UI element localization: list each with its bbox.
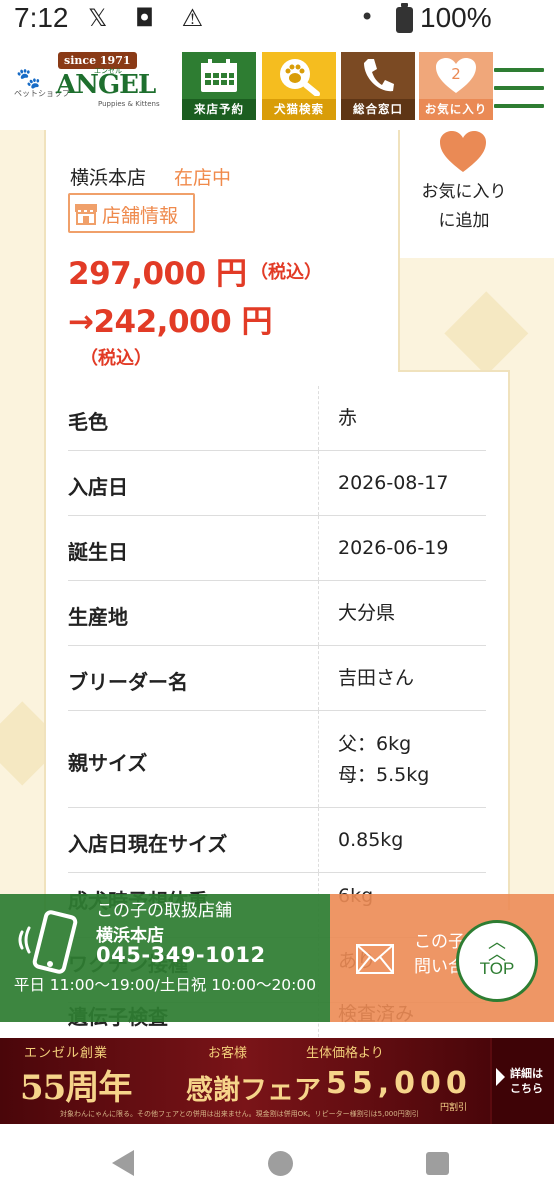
add-favorite-label: お気に入り に追加	[421, 182, 507, 231]
banner-detail-button[interactable]: 詳細は こちら	[492, 1038, 554, 1124]
notification-icons: 𝕏 ◘ ⚠	[88, 4, 214, 32]
banner-discount-label: 円割引	[440, 1103, 468, 1113]
anniversary-banner[interactable]: エンゼル創業 お客様 生体価格より 55周年 感謝フェア 55,000 円割引 …	[0, 1038, 554, 1124]
smartphone-icon	[18, 910, 78, 974]
spec-key: 入店日	[68, 475, 128, 499]
contact-title: この子の取扱店舗	[96, 901, 232, 921]
add-favorite-button[interactable]: お気に入り に追加	[400, 130, 554, 258]
spec-key: 入店日現在サイズ	[68, 832, 228, 856]
discounted-price-tax: （税込）	[80, 348, 152, 369]
discounted-price: →242,000 円	[68, 304, 272, 340]
paw-icon: ◆	[444, 260, 529, 388]
store-status: 在店中	[174, 167, 232, 189]
spec-key: ブリーダー名	[68, 670, 188, 694]
banner-anniversary: 55周年	[20, 1068, 132, 1108]
spec-value: 大分県	[338, 602, 396, 624]
store-info-label: 店舗情報	[102, 205, 179, 227]
battery-level: 100%	[420, 2, 492, 33]
store-name: 横浜本店	[70, 167, 147, 189]
mail-icon	[356, 944, 394, 974]
banner-amount: 55,000	[326, 1066, 472, 1101]
spec-value: 父：6kg 母：5.5kg	[338, 733, 430, 786]
nav-label: 総合窓口	[341, 99, 415, 120]
banner-top-left: エンゼル創業	[24, 1046, 109, 1061]
site-logo[interactable]: since 1971 🐾 ペットショップ エンゼル ANGEL Puppies …	[14, 52, 164, 112]
status-time: 7:12	[14, 2, 69, 33]
spec-value: 2026-06-19	[338, 537, 449, 559]
paw-search-icon	[262, 52, 336, 99]
arrow-right-icon	[496, 1068, 505, 1086]
logo-name: ANGEL	[56, 70, 156, 100]
table-row: 誕生日 2026-06-19	[68, 516, 486, 581]
banner-detail-label: 詳細は こちら	[510, 1067, 543, 1095]
spec-key: 毛色	[68, 410, 108, 434]
site-header: since 1971 🐾 ペットショップ エンゼル ANGEL Puppies …	[0, 38, 554, 130]
battery-icon	[396, 3, 413, 33]
nav-contact-center[interactable]: 総合窓口	[341, 52, 415, 120]
store-icon	[75, 204, 97, 225]
recents-icon[interactable]	[426, 1152, 449, 1175]
original-price-tax: （税込）	[250, 262, 322, 283]
banner-top-mid: お客様	[208, 1046, 248, 1061]
back-icon[interactable]	[112, 1150, 134, 1176]
table-row: 生産地 大分県	[68, 581, 486, 646]
logo-tagline: Puppies & Kittens	[98, 100, 160, 108]
scroll-top-button[interactable]: ︿ ︿ TOP	[456, 920, 538, 1002]
contact-phone[interactable]: 045-349-1012	[96, 943, 266, 967]
scroll-top-label: TOP	[479, 959, 515, 978]
spec-value: 赤	[338, 407, 358, 429]
favorites-count: 2	[451, 65, 461, 83]
contact-hours: 平日 11:00〜19:00/土日祝 10:00〜20:00	[13, 976, 317, 994]
spec-value: 2026-08-17	[338, 472, 449, 494]
table-row: ブリーダー名 吉田さん	[68, 646, 486, 711]
phone-icon	[341, 52, 415, 99]
card-border	[398, 370, 510, 372]
calendar-icon	[182, 52, 256, 99]
table-row: 毛色 赤	[68, 386, 486, 451]
nav-label: お気に入り	[419, 99, 493, 120]
nav-pet-search[interactable]: 犬猫検索	[262, 52, 336, 120]
status-bar: 7:12 𝕏 ◘ ⚠ • 100%	[0, 0, 554, 38]
chevron-up-icon: ︿ ︿	[488, 932, 506, 965]
banner-top-right: 生体価格より	[306, 1046, 384, 1061]
table-row: 入店日 2026-08-17	[68, 451, 486, 516]
nav-label: 犬猫検索	[262, 99, 336, 120]
nav-label: 来店予約	[182, 99, 256, 120]
hamburger-icon[interactable]	[494, 68, 544, 108]
table-row: 親サイズ 父：6kg 母：5.5kg	[68, 711, 486, 808]
nav-favorites[interactable]: 2 お気に入り	[419, 52, 493, 120]
nav-visit-reservation[interactable]: 来店予約	[182, 52, 256, 120]
system-nav-bar	[0, 1124, 554, 1200]
home-icon[interactable]	[268, 1151, 293, 1176]
spec-value: 吉田さん	[338, 667, 415, 689]
paw-icon: 🐾	[16, 66, 41, 90]
spec-key: 親サイズ	[68, 751, 148, 775]
spec-key: 生産地	[68, 605, 128, 629]
spec-key: 誕生日	[68, 540, 128, 564]
banner-note: 対象わんにゃんに限る。その他フェアとの併用は出来ません。現金割は併用OK。リピー…	[60, 1110, 419, 1118]
banner-fair: 感謝フェア	[186, 1075, 321, 1106]
store-info-button[interactable]: 店舗情報	[68, 193, 195, 233]
original-price: 297,000 円	[68, 256, 247, 292]
status-dot: •	[360, 3, 375, 31]
store-phone-bar[interactable]: この子の取扱店舗 横浜本店 045-349-1012 平日 11:00〜19:0…	[0, 894, 330, 1022]
table-row: 入店日現在サイズ 0.85kg	[68, 808, 486, 873]
heart-icon	[440, 131, 486, 172]
heart-icon: 2	[419, 52, 493, 99]
spec-value: 0.85kg	[338, 829, 404, 851]
banner-body: エンゼル創業 お客様 生体価格より 55周年 感謝フェア 55,000 円割引 …	[0, 1038, 490, 1124]
